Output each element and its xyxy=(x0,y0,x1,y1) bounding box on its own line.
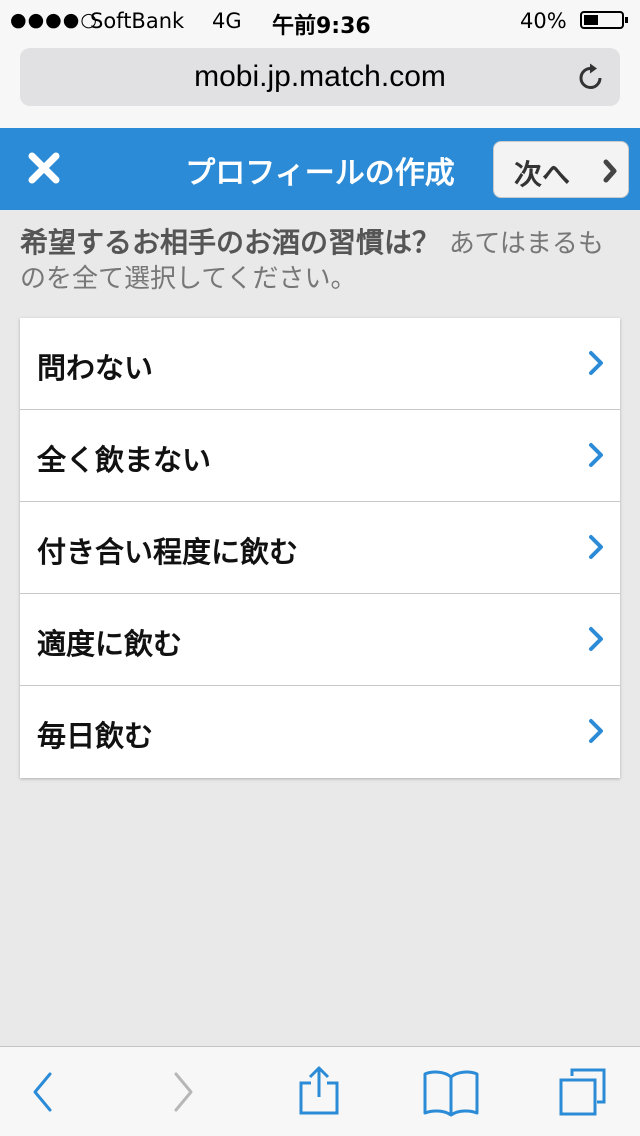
chevron-right-icon xyxy=(589,719,603,743)
next-button[interactable]: 次へ xyxy=(493,141,629,198)
signal-strength-icon: ●●●●○ xyxy=(10,9,98,31)
question-prompt: 希望するお相手のお酒の習慣は？ あてはまるものを全て選択してください。 xyxy=(20,226,620,296)
status-time: 午前9:36 xyxy=(272,14,371,39)
battery-fill xyxy=(584,15,598,25)
carrier-name: SoftBank xyxy=(90,9,185,33)
battery-icon xyxy=(580,11,628,29)
close-icon[interactable] xyxy=(22,146,66,190)
option-label: 全く飲まない xyxy=(37,443,212,477)
chevron-right-icon xyxy=(589,443,603,467)
option-item-socially[interactable]: 付き合い程度に飲む xyxy=(20,502,620,594)
options-list: 問わない 全く飲まない 付き合い程度に飲む 適度に飲む 毎日飲む xyxy=(20,318,620,778)
chevron-right-icon xyxy=(589,627,603,651)
chevron-right-icon xyxy=(589,351,603,375)
reload-icon[interactable] xyxy=(576,62,606,92)
next-button-label: 次へ xyxy=(514,158,571,191)
tabs-icon[interactable] xyxy=(556,1065,610,1117)
status-bar: ●●●●○ SoftBank 4G 午前9:36 40% xyxy=(0,0,640,40)
browser-address-area: mobi.jp.match.com xyxy=(0,40,640,128)
share-icon[interactable] xyxy=(297,1065,341,1117)
address-bar[interactable]: mobi.jp.match.com xyxy=(20,48,620,106)
back-icon[interactable] xyxy=(30,1069,56,1115)
chevron-right-icon xyxy=(589,535,603,559)
url-text: mobi.jp.match.com xyxy=(194,60,446,93)
browser-toolbar xyxy=(0,1046,640,1136)
option-item-never[interactable]: 全く飲まない xyxy=(20,410,620,502)
app-header: プロフィールの作成 次へ xyxy=(0,128,640,210)
network-type: 4G xyxy=(212,9,242,33)
bookmarks-icon[interactable] xyxy=(422,1067,480,1117)
option-label: 問わない xyxy=(37,351,154,385)
page-title: プロフィールの作成 xyxy=(185,156,455,191)
option-item-daily[interactable]: 毎日飲む xyxy=(20,686,620,778)
option-label: 毎日飲む xyxy=(37,719,154,753)
option-item-any[interactable]: 問わない xyxy=(20,318,620,410)
forward-icon[interactable] xyxy=(170,1069,196,1115)
option-label: 付き合い程度に飲む xyxy=(37,535,299,569)
chevron-right-icon xyxy=(603,159,617,183)
battery-percent: 40% xyxy=(520,9,567,33)
option-label: 適度に飲む xyxy=(37,627,183,661)
option-item-moderately[interactable]: 適度に飲む xyxy=(20,594,620,686)
question-main: 希望するお相手のお酒の習慣は？ xyxy=(20,226,441,259)
